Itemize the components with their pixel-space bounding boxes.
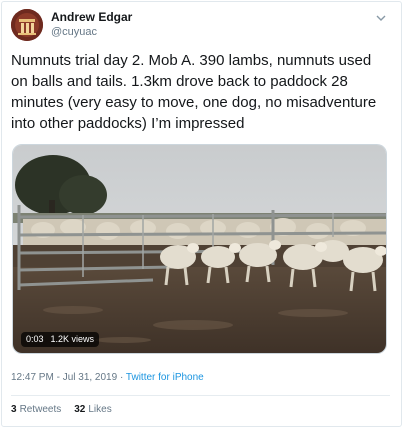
divider bbox=[11, 395, 390, 396]
video-views: 1.2K views bbox=[50, 334, 95, 344]
tweet-meta: 12:47 PM - Jul 31, 2019 · Twitter for iP… bbox=[11, 372, 204, 383]
avatar[interactable] bbox=[11, 9, 43, 41]
video-duration: 0:03 bbox=[26, 334, 44, 344]
retweets-stat[interactable]: 3 Retweets bbox=[11, 404, 61, 415]
likes-label: Likes bbox=[88, 404, 112, 415]
retweets-count: 3 bbox=[11, 404, 17, 415]
video-thumbnail bbox=[13, 145, 386, 353]
likes-count: 32 bbox=[74, 404, 86, 415]
author-name[interactable]: Andrew Edgar bbox=[51, 10, 132, 24]
meta-separator: · bbox=[119, 372, 124, 383]
video-player[interactable]: 0:03 1.2K views bbox=[12, 144, 387, 354]
likes-stat[interactable]: 32 Likes bbox=[74, 404, 111, 415]
retweets-label: Retweets bbox=[19, 404, 62, 415]
tweet-text: Numnuts trial day 2. Mob A. 390 lambs, n… bbox=[11, 52, 377, 132]
tweet-source-link[interactable]: Twitter for iPhone bbox=[126, 372, 204, 383]
chevron-down-icon[interactable] bbox=[374, 11, 388, 25]
author-handle[interactable]: @cuyuac bbox=[51, 26, 97, 38]
tweet-timestamp[interactable]: 12:47 PM - Jul 31, 2019 bbox=[11, 372, 117, 383]
video-info-badge: 0:03 1.2K views bbox=[21, 332, 100, 347]
tweet-stats: 3 Retweets 32 Likes bbox=[11, 404, 112, 415]
